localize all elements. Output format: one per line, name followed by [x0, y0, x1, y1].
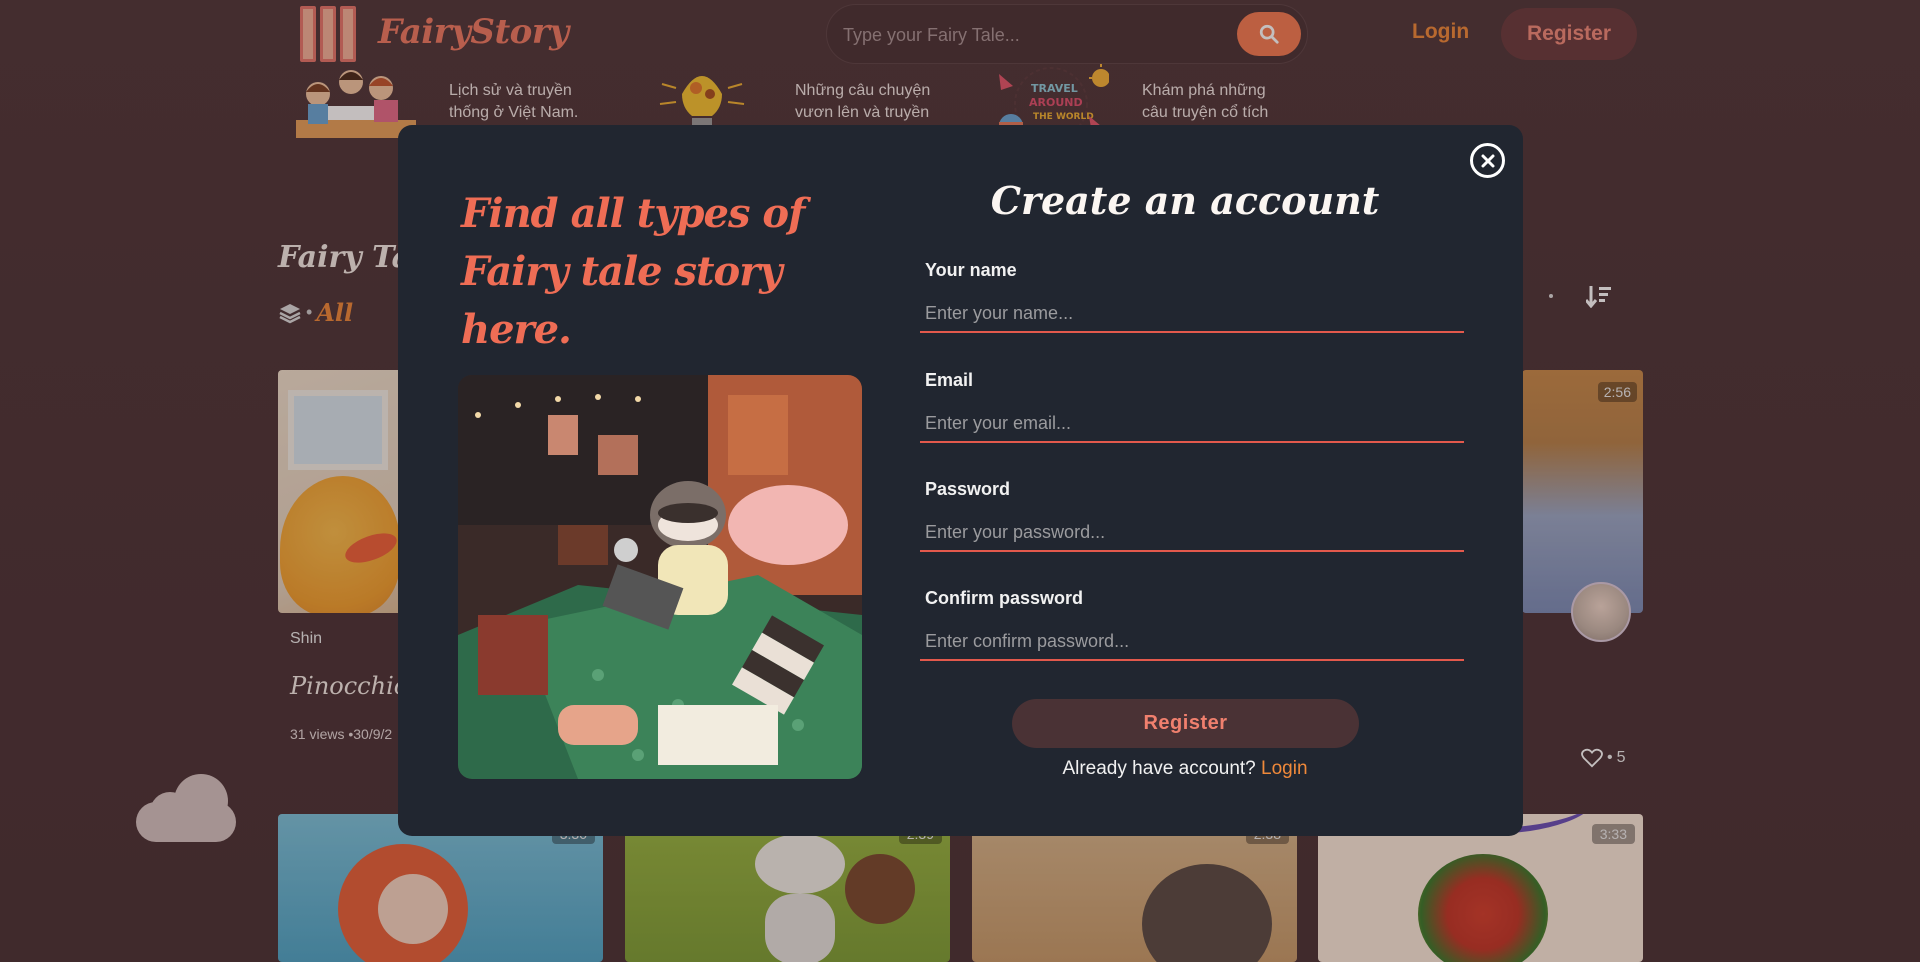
login-link[interactable]: Login	[1261, 758, 1308, 779]
close-icon	[1481, 154, 1494, 167]
email-input[interactable]	[920, 405, 1464, 443]
confirm-password-field: Confirm password	[920, 588, 1464, 661]
email-label: Email	[925, 370, 974, 390]
already-have-account: Already have account? Login	[920, 758, 1450, 780]
name-input[interactable]	[920, 295, 1464, 333]
password-input[interactable]	[920, 514, 1464, 552]
raccoon-illustration	[458, 375, 862, 779]
raccoon-bedroom-image	[458, 375, 862, 779]
email-field: Email	[920, 370, 1464, 443]
name-field: Your name	[920, 260, 1464, 333]
password-field: Password	[920, 479, 1464, 552]
name-label: Your name	[925, 260, 1017, 280]
password-label: Password	[925, 479, 1011, 499]
modal-title: Create an account	[990, 178, 1380, 223]
already-text: Already have account?	[1062, 758, 1256, 779]
confirm-password-input[interactable]	[920, 623, 1464, 661]
confirm-password-label: Confirm password	[925, 588, 1084, 608]
modal-tagline: Find all types of Fairy tale story here.	[461, 190, 805, 353]
register-button[interactable]: Register	[1012, 699, 1359, 748]
close-modal-button[interactable]	[1470, 143, 1505, 178]
